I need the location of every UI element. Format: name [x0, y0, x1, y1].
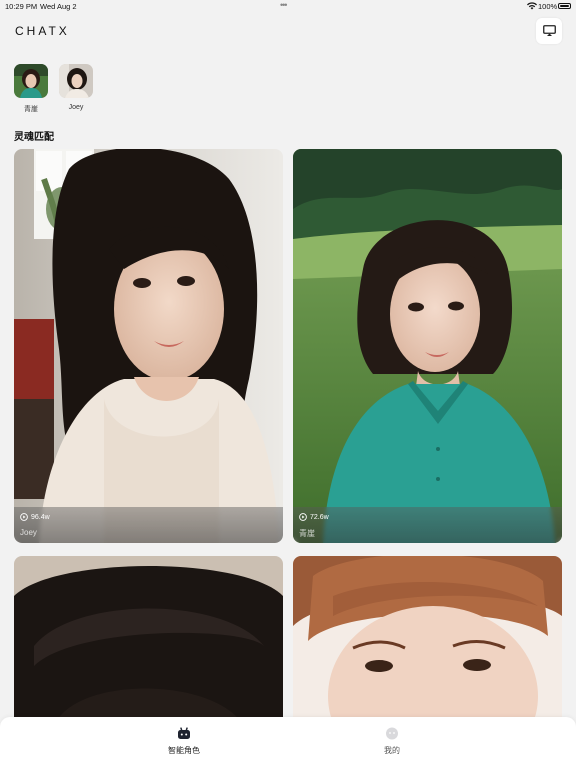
avatar[interactable] — [59, 64, 93, 98]
status-time: 10:29 PM — [5, 2, 38, 11]
screen-cast-button[interactable] — [536, 18, 562, 44]
status-bar: 10:29 PM Wed Aug 2 ••• 100% — [0, 0, 576, 14]
play-count-icon — [299, 513, 307, 521]
character-card-joey[interactable]: 96.4w Joey — [14, 149, 283, 543]
app-screen: 10:29 PM Wed Aug 2 ••• 100% CHATX 青崖 Joe… — [0, 0, 576, 768]
card-footer: 96.4w Joey — [14, 507, 283, 543]
character-photo — [293, 149, 562, 543]
recent-character-qingya[interactable]: 青崖 — [14, 64, 48, 114]
multitasking-dots-icon[interactable]: ••• — [280, 0, 288, 10]
robot-icon — [178, 727, 190, 739]
section-title: 灵魂匹配 — [14, 132, 54, 143]
character-photo — [14, 149, 283, 543]
bottom-tab-bar: 智能角色 我的 — [0, 717, 576, 768]
app-logo: CHATX — [15, 24, 70, 38]
profile-icon — [386, 727, 398, 740]
recent-character-name: 青崖 — [24, 106, 38, 113]
tab-profile[interactable]: 我的 — [248, 717, 536, 768]
recent-character-name: Joey — [68, 104, 84, 111]
card-character-name: Joey — [20, 528, 37, 537]
character-card[interactable] — [14, 556, 283, 726]
recent-character-joey[interactable]: Joey — [59, 64, 93, 114]
recent-characters: 青崖 Joey — [14, 64, 93, 114]
tab-label: 智能角色 — [168, 746, 200, 755]
avatar[interactable] — [14, 64, 48, 98]
view-count: 96.4w — [20, 513, 50, 521]
card-character-name: 青崖 — [299, 529, 315, 538]
screen-cast-icon — [542, 25, 556, 36]
view-count-text: 96.4w — [31, 513, 50, 521]
battery-percent: 100% — [538, 2, 558, 11]
status-date: Wed Aug 2 — [40, 2, 77, 11]
wifi-icon — [527, 2, 537, 10]
character-card[interactable] — [293, 556, 562, 726]
view-count: 72.6w — [299, 513, 329, 521]
character-photo — [14, 556, 283, 726]
character-card-qingya[interactable]: 72.6w 青崖 — [293, 149, 562, 543]
battery-icon — [558, 3, 571, 9]
character-photo — [293, 556, 562, 726]
tab-label: 我的 — [384, 746, 400, 755]
play-count-icon — [20, 513, 28, 521]
view-count-text: 72.6w — [310, 513, 329, 521]
card-footer: 72.6w 青崖 — [293, 507, 562, 543]
